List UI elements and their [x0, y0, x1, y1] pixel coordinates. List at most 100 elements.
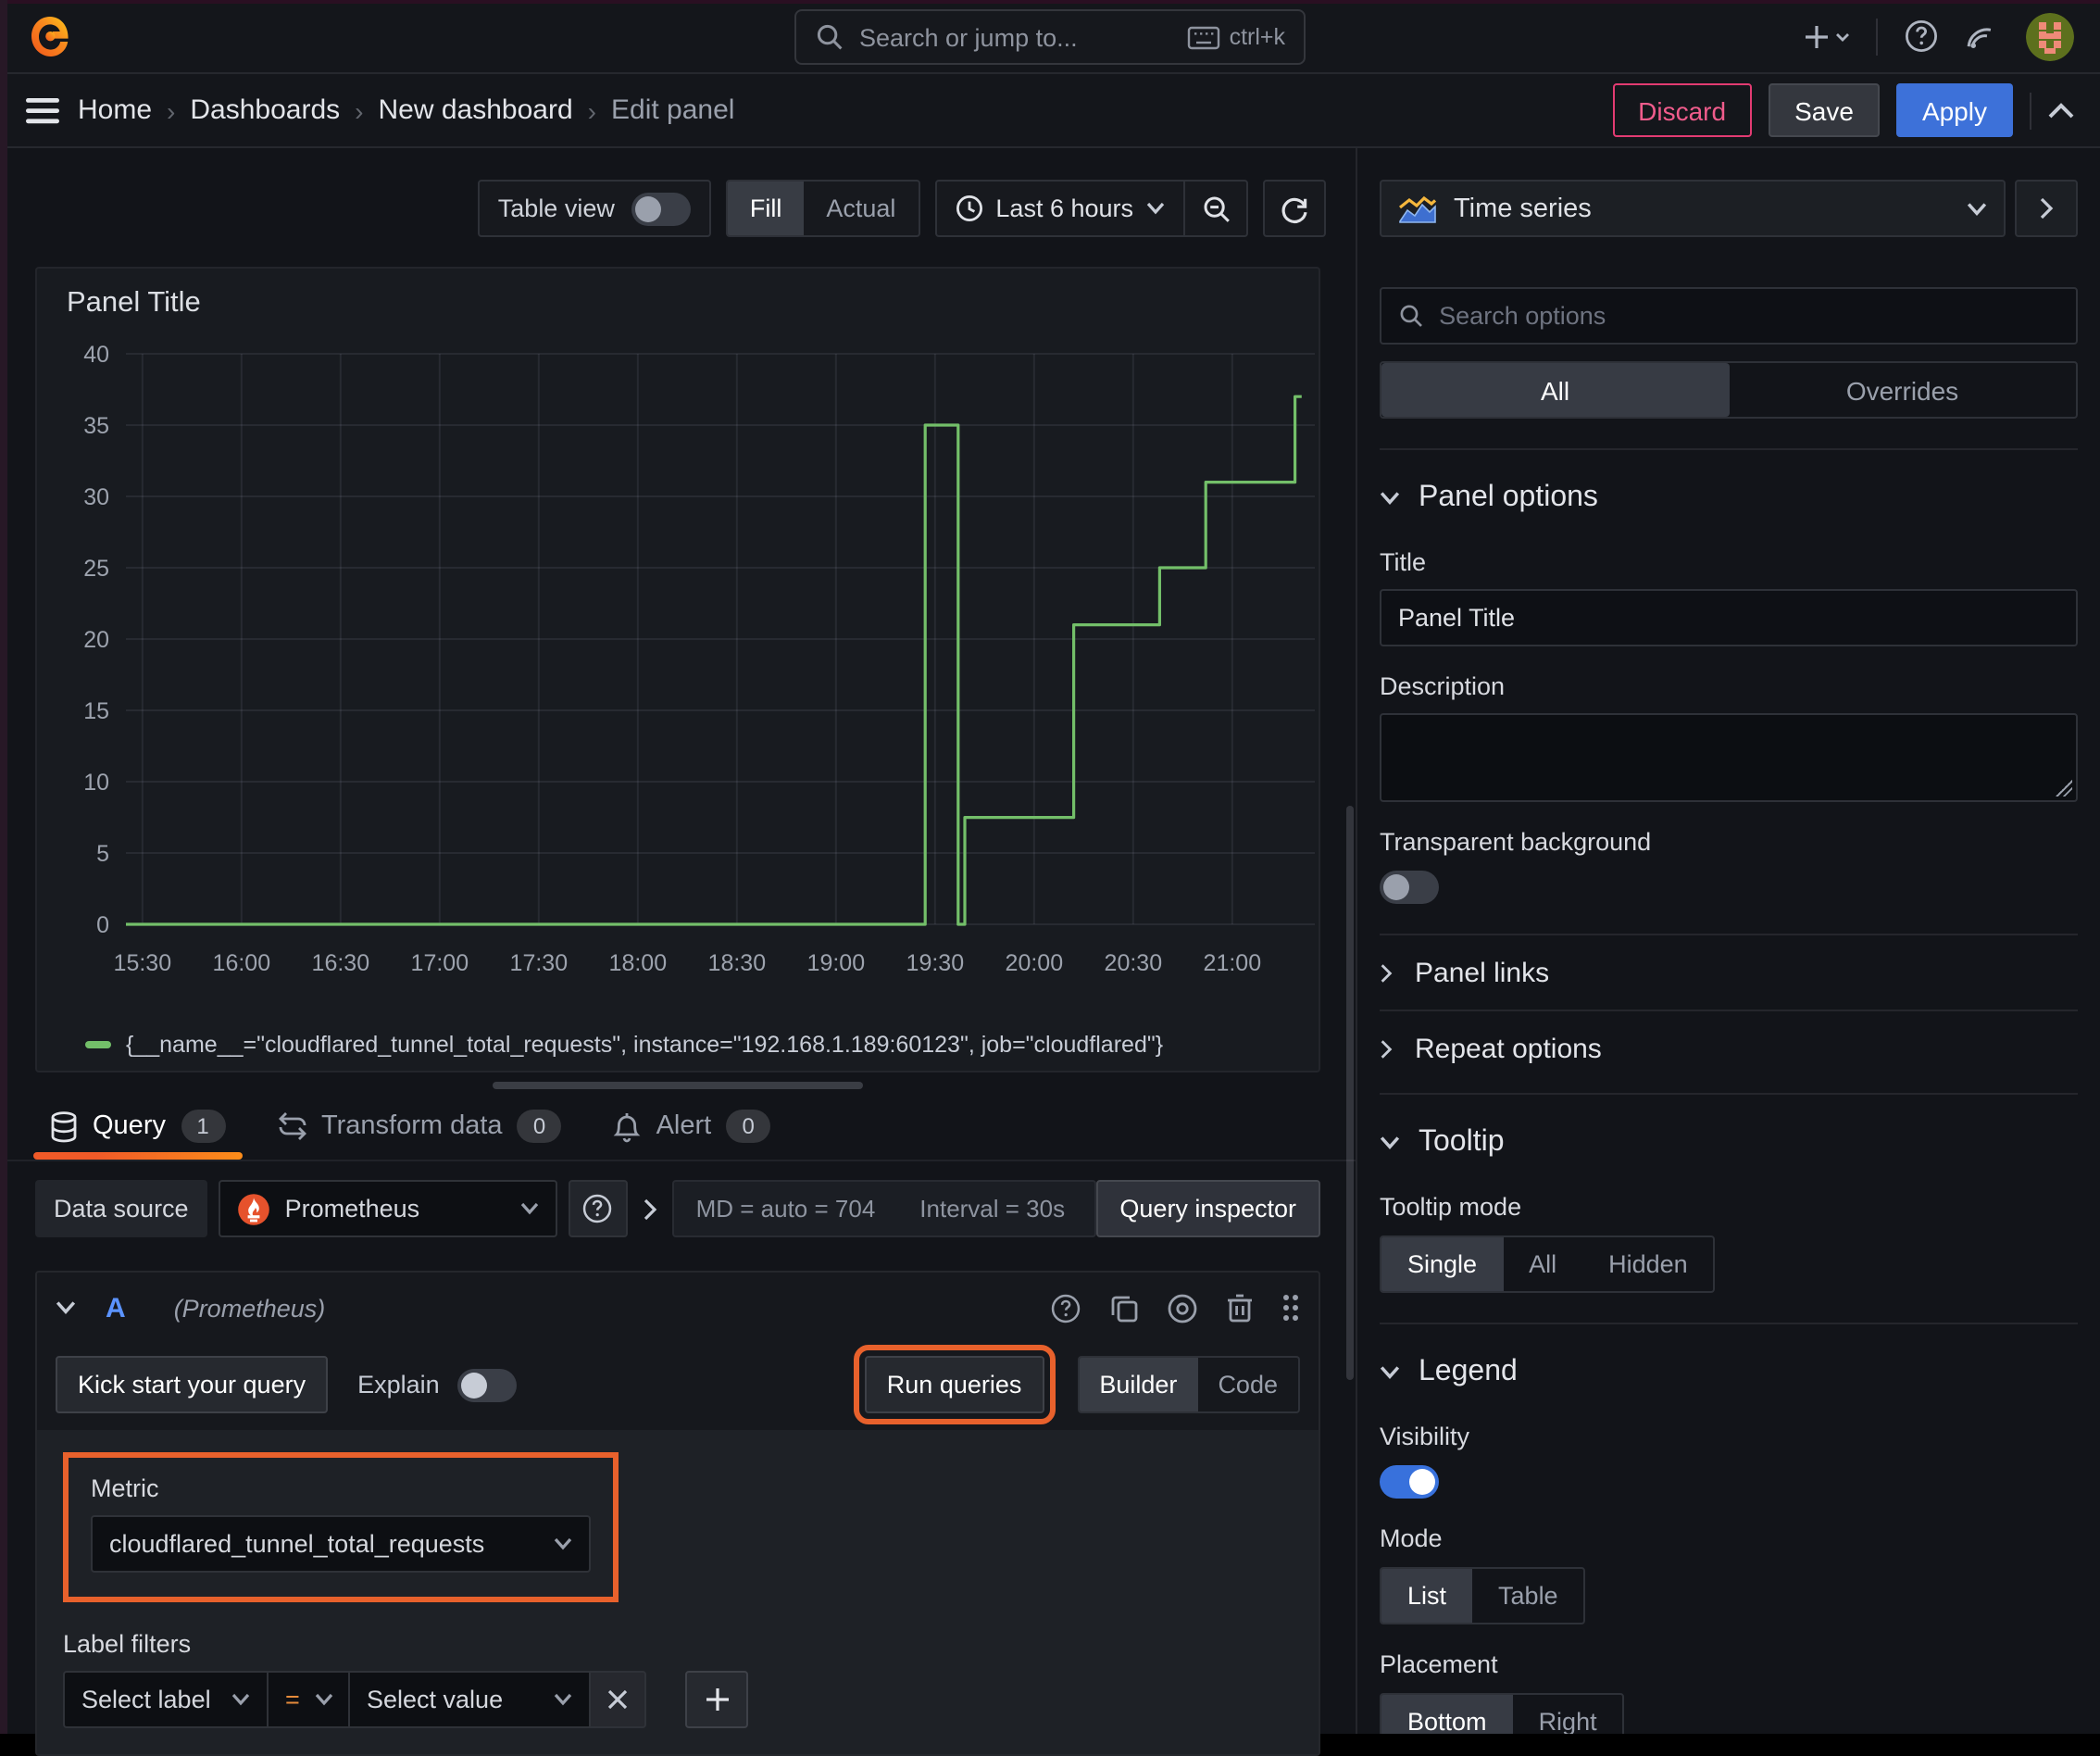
fill-option[interactable]: Fill [727, 182, 805, 235]
run-queries-button[interactable]: Run queries [853, 1345, 1056, 1424]
tab-alert[interactable]: Alert 0 [614, 1110, 771, 1160]
remove-filter-button[interactable] [589, 1671, 646, 1728]
drag-handle-icon[interactable] [1281, 1293, 1300, 1323]
visualization-picker[interactable]: Time series [1380, 180, 2006, 237]
chevron-down-icon [554, 1537, 572, 1550]
collapse-header-icon[interactable] [2048, 102, 2074, 119]
panel-title-input[interactable] [1398, 604, 2059, 632]
legend-section[interactable]: Legend [1380, 1348, 2078, 1397]
tab-transform[interactable]: Transform data 0 [277, 1110, 562, 1160]
legend-list-option[interactable]: List [1381, 1569, 1473, 1623]
pane-resizer [0, 1072, 1356, 1098]
panel-options-section[interactable]: Panel options [1380, 474, 2078, 522]
interval-text: Interval = 30s [919, 1195, 1066, 1223]
svg-text:19:30: 19:30 [906, 950, 965, 976]
zoom-out-button[interactable] [1183, 182, 1246, 235]
panel-preview[interactable]: Panel Title 0 5 10 15 20 25 30 35 40 15:30 16:00 16… [35, 267, 1320, 1072]
operator-dropdown[interactable]: = [267, 1671, 348, 1728]
grafana-logo[interactable] [22, 8, 78, 64]
toggle-visibility-icon[interactable] [1167, 1292, 1198, 1323]
breadcrumb: Home › Dashboards › New dashboard › Edit… [78, 94, 734, 126]
breadcrumb-new-dashboard[interactable]: New dashboard [379, 94, 573, 126]
select-label-dropdown[interactable]: Select label [63, 1671, 267, 1728]
chart-legend: {__name__="cloudflared_tunnel_total_requ… [85, 1032, 1163, 1058]
placement-bottom-option[interactable]: Bottom [1381, 1695, 1513, 1734]
query-builder-toolbar: Kick start your query Explain Run querie… [37, 1343, 1319, 1430]
kickstart-button[interactable]: Kick start your query [56, 1356, 329, 1413]
placement-right-option[interactable]: Right [1513, 1695, 1623, 1734]
discard-button[interactable]: Discard [1612, 83, 1753, 137]
description-field-label: Description [1380, 672, 1506, 700]
tab-query[interactable]: Query 1 [33, 1110, 241, 1160]
delete-query-icon[interactable] [1226, 1293, 1254, 1323]
table-view-control: Table view [477, 180, 711, 237]
duplicate-query-icon[interactable] [1109, 1293, 1139, 1323]
save-button[interactable]: Save [1769, 83, 1880, 137]
panel-view-toolbar: Table view Fill Actual Last 6 hours [0, 180, 1326, 237]
query-inspector-button[interactable]: Query inspector [1095, 1180, 1320, 1237]
breadcrumb-bar: Home › Dashboards › New dashboard › Edit… [0, 74, 2100, 148]
query-help-icon[interactable] [1050, 1292, 1081, 1323]
options-search[interactable] [1380, 287, 2078, 345]
tooltip-hidden-option[interactable]: Hidden [1582, 1237, 1714, 1291]
toggle-viz-pane-button[interactable] [2015, 180, 2078, 237]
refresh-button[interactable] [1263, 180, 1326, 237]
tooltip-single-option[interactable]: Single [1381, 1237, 1504, 1291]
transparent-bg-toggle[interactable] [1380, 871, 1439, 904]
add-new-button[interactable] [1802, 21, 1850, 51]
query-options-summary[interactable]: MD = auto = 704 Interval = 30s [671, 1180, 1096, 1237]
chevron-down-icon [56, 1301, 76, 1315]
apply-button[interactable]: Apply [1895, 83, 2013, 137]
tab-all[interactable]: All [1381, 363, 1729, 417]
table-view-toggle[interactable] [631, 192, 691, 225]
global-search[interactable]: Search or jump to... ctrl+k [794, 9, 1306, 65]
time-range-control: Last 6 hours [934, 180, 1248, 237]
breadcrumb-home[interactable]: Home [78, 94, 152, 126]
legend-series-label[interactable]: {__name__="cloudflared_tunnel_total_requ… [126, 1032, 1163, 1058]
datasource-picker[interactable]: Prometheus [218, 1180, 557, 1237]
clock-icon [956, 194, 982, 222]
metric-annotation-highlight: Metric cloudflared_tunnel_total_requests [63, 1452, 619, 1602]
resize-corner-icon[interactable] [2056, 780, 2072, 796]
legend-table-option[interactable]: Table [1472, 1569, 1584, 1623]
explain-toggle[interactable] [457, 1368, 518, 1401]
actual-option[interactable]: Actual [804, 182, 918, 235]
breadcrumb-dashboards[interactable]: Dashboards [190, 94, 340, 126]
tab-overrides[interactable]: Overrides [1729, 363, 2076, 417]
select-value-dropdown[interactable]: Select value [348, 1671, 589, 1728]
description-textarea[interactable] [1380, 713, 2078, 802]
legend-visibility-toggle[interactable] [1380, 1465, 1439, 1499]
query-row-header[interactable]: A (Prometheus) [37, 1273, 1319, 1343]
datasource-help-button[interactable] [568, 1180, 628, 1237]
metric-picker[interactable]: cloudflared_tunnel_total_requests [91, 1515, 591, 1573]
tooltip-section[interactable]: Tooltip [1380, 1119, 2078, 1167]
help-icon[interactable] [1904, 19, 1939, 54]
svg-text:18:00: 18:00 [609, 950, 668, 976]
tooltip-all-option[interactable]: All [1503, 1237, 1582, 1291]
code-option[interactable]: Code [1197, 1358, 1298, 1411]
legend-series-swatch[interactable] [85, 1041, 111, 1048]
add-filter-button[interactable] [685, 1671, 748, 1728]
refresh-icon [1281, 196, 1307, 223]
transparent-bg-label: Transparent background [1380, 828, 1652, 856]
resize-handle[interactable] [493, 1082, 863, 1089]
search-icon [1400, 305, 1422, 327]
left-pane-scrollbar[interactable] [1346, 806, 1354, 1380]
chevron-down-icon [231, 1693, 250, 1706]
datasource-label: Data source [35, 1180, 207, 1237]
options-search-input[interactable] [1439, 302, 2059, 330]
top-nav-bar: Search or jump to... ctrl+k [0, 0, 2100, 74]
label-filter-group: Select label = Select value [63, 1671, 646, 1728]
collapse-options-icon[interactable] [643, 1198, 657, 1220]
title-field-label: Title [1380, 548, 1427, 576]
time-range-picker[interactable]: Last 6 hours [936, 194, 1183, 222]
explain-label: Explain [357, 1371, 440, 1399]
menu-icon[interactable] [26, 97, 59, 123]
builder-option[interactable]: Builder [1079, 1358, 1198, 1411]
legend-mode-switch: List Table [1380, 1567, 1586, 1624]
repeat-options-section[interactable]: Repeat options [1380, 1026, 2078, 1071]
label-filter-row: Select label = Select value [63, 1671, 1293, 1728]
panel-links-section[interactable]: Panel links [1380, 950, 2078, 995]
news-icon[interactable] [1965, 19, 2000, 54]
user-avatar[interactable] [2026, 12, 2074, 60]
